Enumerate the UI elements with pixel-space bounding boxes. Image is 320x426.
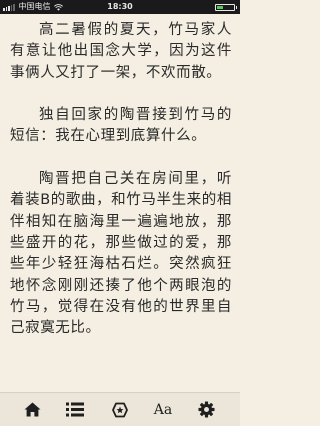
- paragraph: 陶晋把自己关在房间里，听着装B的歌曲，和竹马半生来的相伴相知在脑海里一遍遍地放，…: [10, 171, 232, 337]
- font-size-icon: Aa: [153, 401, 173, 418]
- list-icon: [66, 402, 84, 417]
- status-bar: 中国电信 18:30: [0, 0, 240, 14]
- settings-button[interactable]: [189, 393, 223, 426]
- reader-text[interactable]: 高二暑假的夏天，竹马家人有意让他出国念大学，因为这件事俩人又打了一架，不欢而散。…: [10, 20, 232, 361]
- status-time: 18:30: [107, 2, 133, 11]
- bookmark-icon: [112, 402, 128, 417]
- home-icon: [24, 402, 40, 417]
- battery-icon: [215, 0, 237, 14]
- bookmark-button[interactable]: [103, 393, 137, 426]
- gear-icon: [197, 401, 215, 418]
- paragraph: 独自回家的陶晋接到竹马的短信：我在心理到底算什么。: [10, 107, 232, 145]
- home-button[interactable]: [15, 393, 49, 426]
- battery-fill: [217, 5, 223, 9]
- bottom-toolbar: Aa: [0, 392, 240, 426]
- chapter-list-button[interactable]: [58, 393, 92, 426]
- font-size-button[interactable]: Aa: [146, 393, 180, 426]
- paragraph: 高二暑假的夏天，竹马家人有意让他出国念大学，因为这件事俩人又打了一架，不欢而散。: [10, 22, 232, 81]
